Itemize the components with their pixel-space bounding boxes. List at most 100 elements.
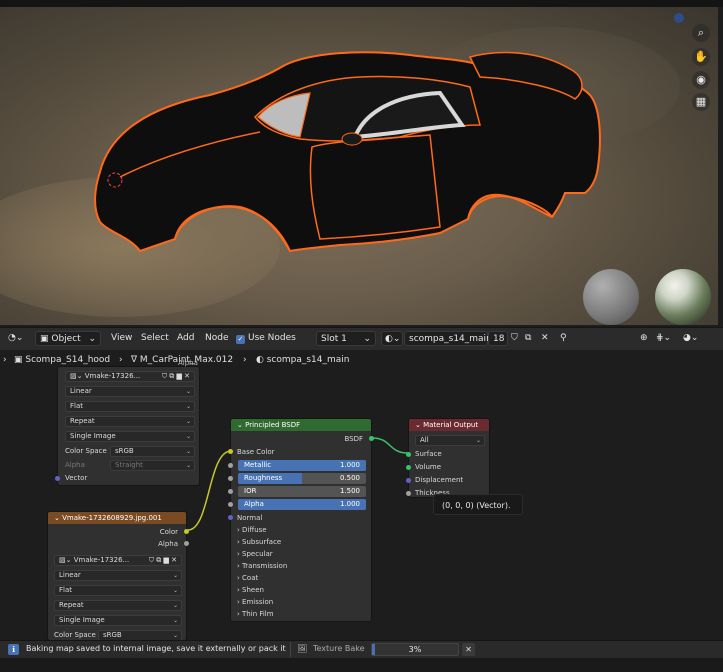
projection-dropdown[interactable]: Flat ⌄ [65, 401, 195, 412]
user-count-badge[interactable]: 18 [488, 331, 508, 346]
snap-icon[interactable]: ⋕⌄ [656, 331, 671, 346]
panel-thin-film[interactable]: › Thin Film [237, 608, 371, 620]
menu-select[interactable]: Select [141, 331, 169, 346]
cancel-bake-close-icon[interactable]: ✕ [462, 643, 475, 656]
panel-coat[interactable]: › Coat [237, 572, 371, 584]
render-target-dropdown[interactable]: All ⌄ [415, 435, 485, 446]
axis-gizmo-dot[interactable] [674, 13, 684, 23]
bsdf-field-input-socket[interactable] [228, 502, 233, 507]
extension-value: Repeat [70, 417, 95, 425]
alpha-output-socket[interactable] [184, 541, 189, 546]
object-mode-icon: ▣ [40, 334, 52, 344]
bsdf-field-roughness[interactable]: Roughness 0.500 [238, 473, 366, 484]
field-value: 1.000 [339, 461, 360, 469]
panel-subsurface[interactable]: › Subsurface [237, 536, 371, 548]
sidebar-toggle-icon[interactable]: › [3, 355, 7, 365]
bsdf-output-socket[interactable] [369, 436, 374, 441]
hand-pan-icon[interactable]: ✋ [692, 48, 710, 66]
vector-input-socket[interactable] [55, 476, 60, 481]
shading-sphere-icon[interactable]: ◕⌄ [683, 331, 698, 346]
material-output-node[interactable]: ⌄ Material Output All ⌄ Surface Volume Di… [406, 418, 490, 498]
status-bar: ℹ Baking map saved to internal image, sa… [0, 640, 723, 659]
source-value: Single Image [70, 432, 116, 440]
panel-diffuse[interactable]: › Diffuse [237, 524, 371, 536]
matcap-sphere-preview [583, 269, 639, 325]
interpolation-dropdown[interactable]: Linear ⌄ [54, 570, 182, 581]
checkbox-icon[interactable]: ✓ [236, 335, 245, 344]
chevron-down-icon: ⌄ [475, 437, 481, 444]
bsdf-field-alpha[interactable]: Alpha 1.000 [238, 499, 366, 510]
bsdf-field-metallic[interactable]: Metallic 1.000 [238, 460, 366, 471]
field-label: IOR [244, 487, 257, 495]
menu-node[interactable]: Node [205, 331, 229, 346]
bsdf-field-input-socket[interactable] [228, 476, 233, 481]
collapse-chevron-icon[interactable]: ⌄ [54, 514, 62, 522]
use-nodes-toggle[interactable]: ✓ Use Nodes [236, 331, 296, 346]
image-texture-node[interactable]: ⌄ Vmake-1732608929.jpg.001 Color Alpha ▨… [47, 511, 189, 641]
image-action-icons[interactable]: ⛉ ⧉ ▆ ✕ [162, 372, 190, 381]
source-dropdown[interactable]: Single Image ⌄ [54, 615, 182, 626]
interpolation-dropdown[interactable]: Linear ⌄ [65, 386, 195, 397]
object-mode-label: Object [51, 334, 81, 344]
displacement-input-socket[interactable] [406, 478, 411, 483]
extension-value: Repeat [59, 601, 84, 609]
panel-label: Diffuse [242, 526, 267, 534]
menu-view[interactable]: View [111, 331, 132, 346]
chevron-down-icon: ⌄ [185, 418, 191, 425]
volume-input-socket[interactable] [406, 465, 411, 470]
duplicate-icon[interactable]: ⧉ [525, 331, 531, 346]
field-label: Metallic [244, 461, 272, 469]
zoom-icon[interactable]: ⌕ [692, 24, 710, 42]
material-name-field[interactable]: scompa_s14_main [404, 331, 492, 346]
chevron-down-icon: ⌄ [172, 617, 178, 624]
extension-dropdown[interactable]: Repeat ⌄ [54, 600, 182, 611]
normal-label: Normal [237, 514, 263, 522]
node-title-bar[interactable]: ⌄ Vmake-1732608929.jpg.001 [48, 512, 186, 524]
projection-dropdown[interactable]: Flat ⌄ [54, 585, 182, 596]
collapse-chevron-icon[interactable]: ⌄ [415, 421, 423, 429]
collapse-chevron-icon[interactable]: ⌄ [237, 421, 245, 429]
extension-dropdown[interactable]: Repeat ⌄ [65, 416, 195, 427]
node-title-bar[interactable]: ⌄ Principled BSDF [231, 419, 371, 431]
alpha-mode-dropdown[interactable]: Straight ⌄ [110, 460, 195, 471]
normal-input-socket[interactable] [228, 515, 233, 520]
camera-icon[interactable]: ◉ [692, 71, 710, 89]
overlay-icon[interactable]: ⊕ [640, 331, 648, 346]
menu-add[interactable]: Add [177, 331, 194, 346]
status-bottom-strip [0, 658, 723, 672]
fake-user-shield-icon[interactable]: ⛉ [511, 331, 518, 346]
image-texture-node-top[interactable]: Alpha ▨⌄ Vmake-17326... ⛉ ⧉ ▆ ✕ Linear ⌄ … [55, 359, 200, 486]
base-color-input-socket[interactable] [228, 449, 233, 454]
material-browse-button[interactable]: ◐⌄ [381, 331, 403, 346]
panel-emission[interactable]: › Emission [237, 596, 371, 608]
image-icon: ▨⌄ [59, 556, 74, 564]
image-selector[interactable]: ▨⌄ Vmake-17326... ⛉ ⧉ ▆ ✕ [65, 371, 195, 382]
bsdf-field-input-socket[interactable] [228, 463, 233, 468]
image-selector[interactable]: ▨⌄ Vmake-17326... ⛉ ⧉ ▆ ✕ [54, 555, 182, 566]
panel-label: Subsurface [242, 538, 282, 546]
material-name-text: scompa_s14_main [409, 334, 492, 344]
color-output-socket[interactable] [184, 529, 189, 534]
surface-input-socket[interactable] [406, 452, 411, 457]
modifier-icon: ∇ [131, 355, 140, 365]
thickness-input-socket[interactable] [406, 491, 411, 496]
bsdf-field-ior[interactable]: IOR 1.500 [238, 486, 366, 497]
node-title-bar[interactable]: ⌄ Material Output [409, 419, 489, 431]
source-dropdown[interactable]: Single Image ⌄ [65, 431, 195, 442]
slot-dropdown[interactable]: Slot 1 ⌄ [316, 331, 376, 346]
info-icon: ℹ [8, 644, 19, 655]
panel-sheen[interactable]: › Sheen [237, 584, 371, 596]
3d-viewport[interactable]: ⌕ ✋ ◉ ▦ [0, 7, 718, 325]
panel-specular[interactable]: › Specular [237, 548, 371, 560]
bsdf-field-input-socket[interactable] [228, 489, 233, 494]
grid-icon[interactable]: ▦ [692, 93, 710, 111]
node-editor-icon[interactable]: ◔⌄ [8, 331, 23, 346]
field-value: 1.500 [339, 487, 360, 495]
panel-transmission[interactable]: › Transmission [237, 560, 371, 572]
pin-icon[interactable]: ⚲ [560, 331, 567, 346]
color-space-dropdown[interactable]: sRGB ⌄ [110, 446, 195, 457]
image-action-icons[interactable]: ⛉ ⧉ ▆ ✕ [149, 556, 177, 565]
object-mode-dropdown[interactable]: ▣ Object ⌄ [35, 331, 101, 346]
close-icon[interactable]: ✕ [541, 331, 549, 346]
principled-bsdf-node[interactable]: ⌄ Principled BSDF BSDF Base Color Metall… [228, 418, 374, 622]
